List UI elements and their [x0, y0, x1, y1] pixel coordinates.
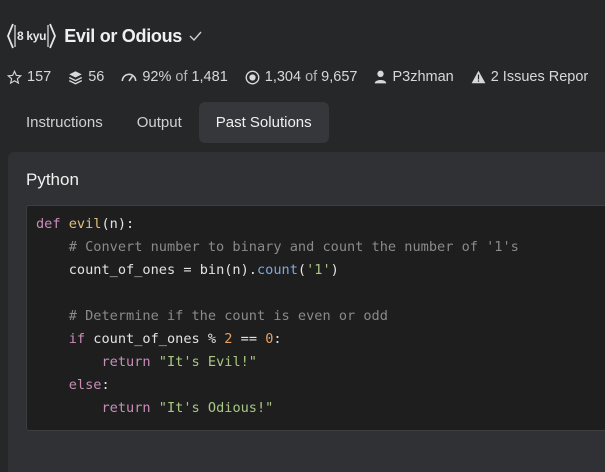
code-token-op: ==: [240, 331, 258, 347]
code-token-pl: :: [101, 377, 110, 393]
code-line: count_of_ones = bin(n).count('1'): [36, 259, 605, 282]
code-line: return "It's Odious!": [36, 397, 605, 420]
code-token-pl: ): [330, 262, 339, 278]
code-line: def evil(n):: [36, 213, 605, 236]
target-icon: [245, 70, 260, 84]
code-token-op: %: [207, 331, 217, 347]
tab-past-solutions[interactable]: Past Solutions: [198, 102, 329, 143]
code-token-str: "It's Evil!": [158, 354, 257, 370]
code-content: def evil(n): # Convert number to binary …: [27, 206, 605, 420]
kata-stats: 157 56 92% of 1,481 1,304 of 9,657 P3zhm…: [7, 67, 605, 87]
code-token-pl: bin(n).: [191, 262, 257, 278]
gauge-icon: [121, 73, 137, 82]
code-token-cm: # Convert number to binary and count the…: [36, 239, 519, 255]
kata-header: 8 kyu Evil or Odious: [7, 20, 202, 52]
code-token-str: '1': [306, 262, 331, 278]
star-icon: [7, 69, 22, 84]
code-token-kw: def: [36, 216, 69, 232]
code-token-op: =: [183, 262, 192, 278]
issues-stat[interactable]: 2 Issues Repor: [471, 69, 589, 85]
author-name[interactable]: P3zhman: [392, 69, 453, 85]
collections-stat[interactable]: 56: [68, 69, 104, 85]
code-token-pl: count_of_ones: [36, 262, 184, 278]
stars-count: 157: [27, 69, 52, 85]
code-token-kw: return: [101, 354, 151, 370]
code-line: # Convert number to binary and count the…: [36, 236, 605, 259]
code-token-pl: count_of_ones: [85, 331, 208, 347]
code-token-pl: (: [297, 262, 307, 278]
rank-badge[interactable]: 8 kyu: [7, 22, 57, 50]
completed-of: of: [305, 69, 318, 85]
code-token-pl: :: [273, 331, 282, 347]
code-block[interactable]: def evil(n): # Convert number to binary …: [26, 205, 605, 431]
past-solutions-panel: Python def evil(n): # Convert number to …: [8, 152, 605, 472]
stack-icon: [69, 70, 83, 85]
code-line: # Determine if the count is even or odd: [36, 305, 605, 328]
code-line: return "It's Evil!": [36, 351, 605, 374]
author-stat[interactable]: P3zhman: [374, 69, 454, 85]
hexagon-badge-icon: [49, 23, 57, 49]
issues-count[interactable]: 2 Issues Repor: [491, 69, 589, 85]
warning-icon: [471, 70, 486, 84]
tab-output[interactable]: Output: [120, 102, 199, 143]
stars-stat[interactable]: 157: [7, 69, 51, 85]
code-line: if count_of_ones % 2 == 0:: [36, 328, 605, 351]
satisfaction-stat: 92% of 1,481: [121, 69, 228, 85]
code-token-cm: # Determine if the count is even or odd: [36, 308, 388, 324]
code-token-str: "It's Odious!": [158, 400, 274, 416]
code-token-kw: return: [101, 400, 151, 416]
kata-title[interactable]: Evil or Odious: [64, 26, 182, 47]
code-line: else:: [36, 374, 605, 397]
collections-count: 56: [88, 69, 105, 85]
attempted-count: 9,657: [321, 69, 358, 85]
completed-stat: 1,304 of 9,657: [245, 69, 358, 85]
satisfaction-of: of: [175, 69, 188, 85]
code-token-kw: if: [68, 331, 86, 347]
language-heading: Python: [26, 170, 79, 189]
completed-count: 1,304: [264, 69, 302, 85]
checkmark-icon: [189, 31, 202, 41]
user-icon: [375, 70, 387, 84]
tab-instructions[interactable]: Instructions: [9, 102, 120, 143]
code-token-kw: else: [68, 377, 102, 393]
badge-bar: [14, 25, 16, 47]
code-token-meth: count: [257, 262, 298, 278]
kata-tabs: Instructions Output Past Solutions: [9, 102, 329, 143]
rank-label: 8 kyu: [17, 29, 47, 43]
code-token-fn: evil: [68, 216, 102, 232]
satisfaction-rate: 92%: [142, 69, 172, 85]
code-token-pl: (n):: [101, 216, 135, 232]
hexagon-badge-icon: [7, 23, 14, 49]
votes-count: 1,481: [191, 69, 228, 85]
